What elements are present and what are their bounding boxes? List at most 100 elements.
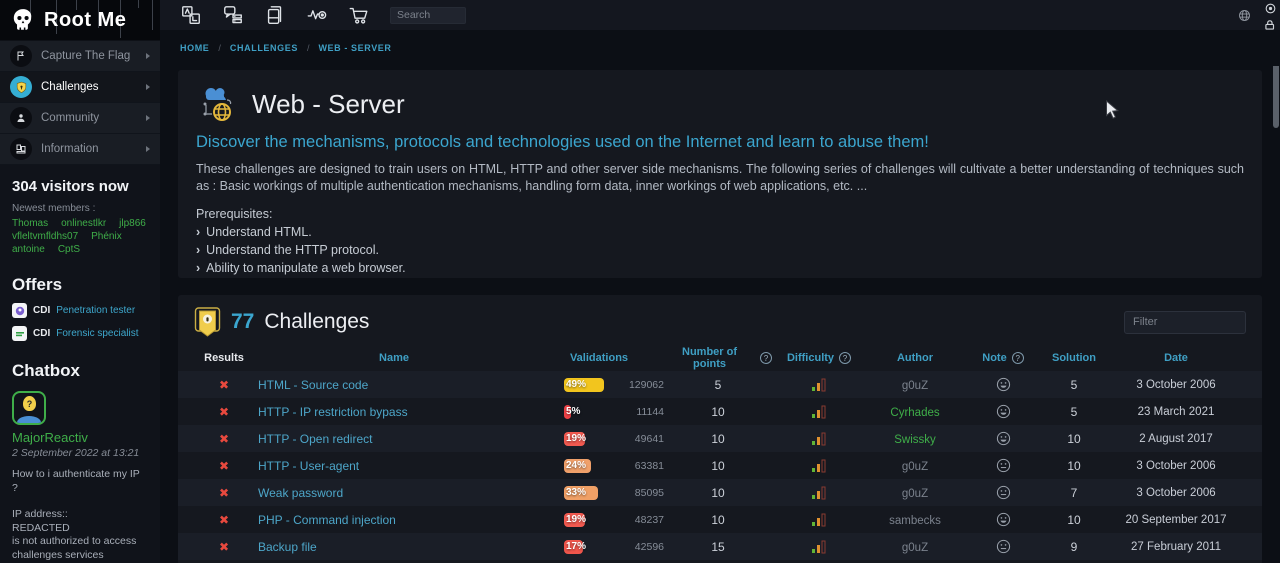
author-link[interactable]: Cyrhades [890,407,939,419]
sidebar-menu: Capture The Flag Challenges Community In… [0,40,160,165]
not-validated-icon: ✖ [219,459,229,473]
documents-icon[interactable] [264,4,286,26]
breadcrumb-separator: / [218,43,221,53]
column-note[interactable]: Note? [964,352,1042,364]
challenge-link[interactable]: HTML - Source code [258,378,368,392]
column-difficulty[interactable]: Difficulty? [772,352,866,364]
author-link[interactable]: sambecks [889,515,941,527]
validation-count: 49641 [617,433,664,445]
column-author[interactable]: Author [866,352,964,364]
offer-link[interactable]: Forensic specialist [56,328,138,339]
breadcrumb-current[interactable]: WEB - SERVER [318,43,391,53]
author-link[interactable]: Swissky [894,434,936,446]
validation-percent: 24% [566,459,586,473]
person-icon [10,107,32,129]
column-results[interactable]: Results [194,352,254,364]
points-value: 10 [664,513,772,527]
avatar[interactable]: ? [12,391,46,425]
solution-count[interactable]: 10 [1042,459,1106,473]
solution-count[interactable]: 7 [1042,486,1106,500]
cart-icon[interactable] [348,4,370,26]
member-link[interactable]: vfleltvmfldhs07 [12,231,78,242]
challenge-date: 3 October 2006 [1106,379,1246,391]
challenge-date: 23 March 2021 [1106,406,1246,418]
author-link[interactable]: g0uZ [902,542,928,554]
filter-input[interactable] [1124,311,1246,334]
table-row: ✖ HTTP - Open redirect 19%49641 10 Swiss… [178,425,1262,452]
validation-count: 85095 [617,487,664,499]
chevron-bullet: › [196,225,200,239]
offer-item: CDI Forensic specialist [12,326,148,341]
help-icon[interactable]: ? [1012,352,1024,364]
breadcrumb-home[interactable]: HOME [180,43,209,53]
column-date[interactable]: Date [1106,352,1246,364]
search-input[interactable] [390,7,466,24]
points-value: 10 [664,405,772,419]
validation-percent: 33% [566,486,586,500]
points-value: 15 [664,540,772,554]
validation-count: 48237 [617,514,664,526]
column-validations[interactable]: Validations [534,352,664,364]
note-icon [996,458,1011,473]
solution-count[interactable]: 5 [1042,405,1106,419]
author-link[interactable]: g0uZ [902,380,928,392]
challenge-link[interactable]: HTTP - Open redirect [258,432,372,446]
sidebar-item-challenges[interactable]: Challenges [0,72,160,103]
chatbox-title: Chatbox [12,361,148,381]
member-link[interactable]: CptS [58,244,80,255]
member-link[interactable]: onlinestlkr [61,218,106,229]
solution-count[interactable]: 5 [1042,378,1106,392]
note-icon [996,512,1011,527]
challenge-badge-icon [194,307,221,337]
activity-target-icon[interactable] [306,4,328,26]
category-header-panel: Web - Server Discover the mechanisms, pr… [178,70,1262,278]
logo[interactable]: Root Me [0,0,160,40]
sidebar-item-community[interactable]: Community [0,103,160,134]
challenge-link[interactable]: Weak password [258,486,343,500]
member-link[interactable]: Phénix [91,231,122,242]
column-name[interactable]: Name [254,352,534,364]
column-solution[interactable]: Solution [1042,352,1106,364]
chat-username-link[interactable]: MajorReactiv [12,430,88,445]
table-row: ✖ HTML - Source code 49%129062 5 g0uZ 5 … [178,371,1262,398]
note-icon [996,431,1011,446]
challenge-link[interactable]: Backup file [258,540,317,554]
difficulty-icon [811,486,827,500]
breadcrumb-separator: / [307,43,310,53]
challenges-title: Challenges [264,310,369,334]
target-icon[interactable] [1264,2,1277,15]
newest-members-label: Newest members : [12,203,148,214]
validation-count: 63381 [617,460,664,472]
not-validated-icon: ✖ [219,513,229,527]
solution-count[interactable]: 10 [1042,513,1106,527]
author-link[interactable]: g0uZ [902,461,928,473]
points-value: 5 [664,378,772,392]
difficulty-icon [811,405,827,419]
challenge-link[interactable]: HTTP - IP restriction bypass [258,405,408,419]
column-points[interactable]: Number of points? [664,346,772,370]
table-row: ✖ PHP - Command injection 19%48237 10 sa… [178,506,1262,533]
solution-count[interactable]: 9 [1042,540,1106,554]
flag-icon [10,45,32,67]
flashcards-icon[interactable] [180,4,202,26]
sidebar-item-label: Capture The Flag [41,50,130,62]
breadcrumb-challenges[interactable]: CHALLENGES [230,43,298,53]
points-value: 10 [664,432,772,446]
chat-network-icon[interactable] [222,4,244,26]
member-link[interactable]: antoine [12,244,45,255]
challenge-link[interactable]: PHP - Command injection [258,513,396,527]
challenge-link[interactable]: HTTP - User-agent [258,459,359,473]
globe-icon[interactable] [1237,8,1252,23]
help-icon[interactable]: ? [760,352,772,364]
member-link[interactable]: jlp866 [119,218,146,229]
sidebar-item-information[interactable]: Information [0,134,160,165]
sidebar-item-label: Community [41,112,99,124]
member-link[interactable]: Thomas [12,218,48,229]
sidebar-item-capture-the-flag[interactable]: Capture The Flag [0,41,160,72]
solution-count[interactable]: 10 [1042,432,1106,446]
category-description: These challenges are designed to train u… [196,161,1244,194]
offer-link[interactable]: Penetration tester [56,305,135,316]
author-link[interactable]: g0uZ [902,488,928,500]
help-icon[interactable]: ? [839,352,851,364]
note-icon [996,377,1011,392]
